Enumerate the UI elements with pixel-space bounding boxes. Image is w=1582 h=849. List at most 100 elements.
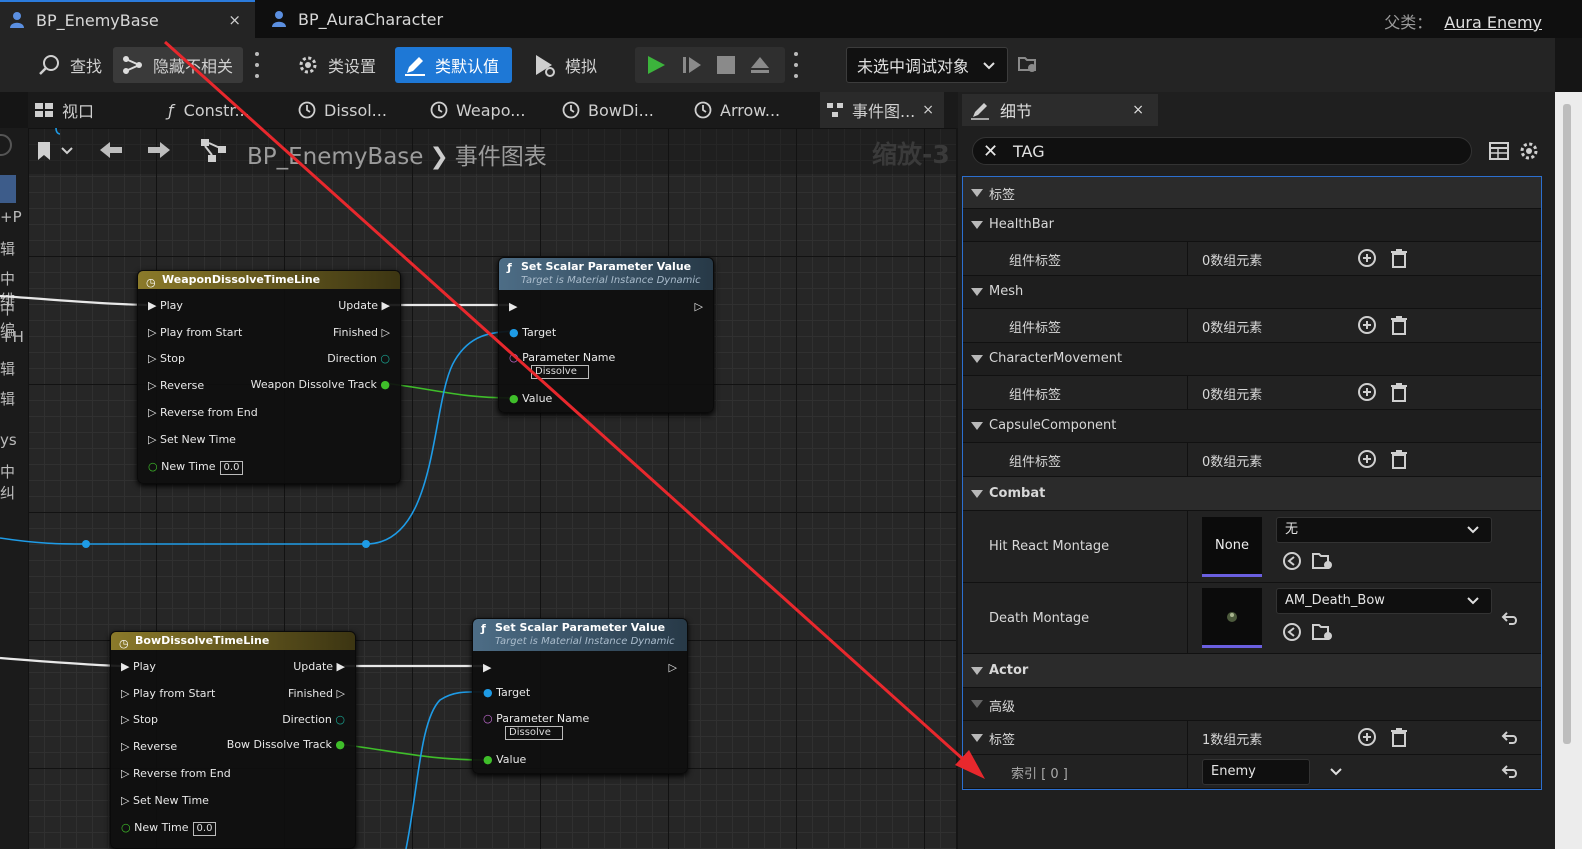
input-pin-play-from-start[interactable]: ▷ Play from Start	[148, 326, 242, 339]
input-pin-target[interactable]: ● Target	[483, 686, 530, 699]
output-pin-weapon-dissolve-track[interactable]: Weapon Dissolve Track ●	[251, 378, 390, 391]
input-pin-new-time[interactable]: ○ New Time 0.0	[121, 821, 217, 836]
output-pin-finished[interactable]: Finished ▷	[333, 326, 390, 339]
function-icon: ƒ	[507, 261, 512, 274]
exec-in-pin[interactable]: ▶	[509, 300, 517, 313]
output-pin-finished[interactable]: Finished ▷	[288, 687, 345, 700]
output-pin-update[interactable]: Update ▶	[338, 299, 390, 312]
use-selected-icon[interactable]	[1282, 551, 1302, 571]
add-element-icon[interactable]	[1358, 249, 1376, 267]
trash-icon[interactable]	[1390, 316, 1408, 336]
input-pin-stop[interactable]: ▷ Stop	[121, 713, 158, 726]
wire-reroute-knot[interactable]	[82, 540, 90, 548]
reset-to-default-icon[interactable]	[1501, 764, 1519, 780]
input-pin-reverse-from-end[interactable]: ▷ Reverse from End	[121, 767, 231, 780]
trash-icon[interactable]	[1390, 450, 1408, 470]
input-pin-stop[interactable]: ▷ Stop	[148, 352, 185, 365]
category-actor[interactable]: Actor	[963, 654, 1541, 688]
chevron-down-icon	[1467, 526, 1479, 534]
component-charactermovement[interactable]: CharacterMovement	[963, 343, 1541, 376]
input-pin-reverse-from-end[interactable]: ▷ Reverse from End	[148, 406, 258, 419]
exec-out-pin[interactable]: ▷	[695, 300, 703, 313]
bow-dissolve-timeline-node[interactable]: ◷ BowDissolveTimeLine ▶ Play ▷ Play from …	[110, 631, 356, 849]
reset-to-default-icon[interactable]	[1501, 730, 1519, 746]
component-healthbar[interactable]: HealthBar	[963, 209, 1541, 242]
component-capsulecomponent[interactable]: CapsuleComponent	[963, 410, 1541, 443]
clock-icon: ◷	[146, 276, 156, 289]
asset-thumbnail[interactable]	[1202, 588, 1262, 648]
node-subtitle: Target is Material Instance Dynamic	[495, 636, 675, 647]
input-pin-play[interactable]: ▶ Play	[148, 299, 183, 312]
add-element-icon[interactable]	[1358, 383, 1376, 401]
input-pin-set-new-time[interactable]: ▷ Set New Time	[148, 433, 236, 446]
debug-folder-icon[interactable]	[1017, 53, 1039, 75]
table-view-icon[interactable]	[1489, 142, 1509, 160]
trash-icon[interactable]	[1390, 383, 1408, 403]
input-pin-value[interactable]: ● Value	[509, 392, 552, 405]
asset-thumbnail[interactable]: None	[1202, 517, 1262, 577]
clear-search-icon[interactable]: ✕	[983, 141, 998, 162]
category-advanced[interactable]: 高级	[963, 688, 1541, 721]
input-pin-reverse[interactable]: ▷ Reverse	[148, 379, 204, 392]
input-pin-reverse[interactable]: ▷ Reverse	[121, 740, 177, 753]
array-count: 0数组元素	[1202, 388, 1263, 403]
function-icon: ƒ	[481, 622, 486, 635]
node-title: BowDissolveTimeLine	[135, 634, 270, 647]
node-header: ◷ BowDissolveTimeLine	[111, 632, 355, 650]
new-time-field[interactable]: 0.0	[192, 822, 217, 836]
input-pin-new-time[interactable]: ○ New Time 0.0	[148, 460, 244, 475]
tag-value-input[interactable]: Enemy	[1202, 759, 1310, 785]
search-value: TAG	[1013, 141, 1045, 161]
input-pin-play-from-start[interactable]: ▷ Play from Start	[121, 687, 215, 700]
trash-icon[interactable]	[1390, 249, 1408, 269]
set-scalar-parameter-node[interactable]: ƒ Set Scalar Parameter Value Target is Mat…	[472, 618, 688, 774]
close-icon[interactable]: ×	[1132, 102, 1144, 118]
node-subtitle: Target is Material Instance Dynamic	[521, 275, 701, 286]
input-pin-value[interactable]: ● Value	[483, 753, 526, 766]
input-pin-parameter-name[interactable]: ○ Parameter Name	[509, 351, 615, 364]
gear-icon[interactable]	[1518, 140, 1540, 162]
node-title: Set Scalar Parameter Value	[521, 260, 692, 273]
input-pin-play[interactable]: ▶ Play	[121, 660, 156, 673]
browse-folder-icon[interactable]	[1312, 551, 1334, 571]
details-search-input[interactable]: ✕ TAG	[972, 137, 1472, 165]
exec-in-pin[interactable]: ▶	[483, 661, 491, 674]
object-wire	[55, 127, 61, 135]
add-element-icon[interactable]	[1358, 450, 1376, 468]
set-scalar-parameter-node[interactable]: ƒ Set Scalar Parameter Value Target is Mat…	[498, 257, 714, 413]
window-scrollbar[interactable]	[1555, 92, 1582, 849]
chevron-down-icon[interactable]	[1330, 767, 1342, 777]
category-combat[interactable]: Combat	[963, 477, 1541, 511]
expand-arrow-icon	[971, 355, 983, 363]
reset-to-default-icon[interactable]	[1501, 611, 1519, 627]
wire-reroute-knot[interactable]	[362, 540, 370, 548]
parent-class-link[interactable]: Aura Enemy	[1444, 13, 1542, 32]
input-pin-target[interactable]: ● Target	[509, 326, 556, 339]
asset-picker-combo[interactable]: 无	[1276, 517, 1492, 543]
output-pin-bow-dissolve-track[interactable]: Bow Dissolve Track ●	[227, 738, 345, 751]
use-selected-icon[interactable]	[1282, 622, 1302, 642]
add-element-icon[interactable]	[1358, 728, 1376, 746]
parameter-name-field[interactable]: Dissolve	[527, 364, 589, 379]
component-mesh[interactable]: Mesh	[963, 276, 1541, 309]
weapon-dissolve-timeline-node[interactable]: ◷ WeaponDissolveTimeLine ▶ Play ▷ Play fr…	[137, 270, 401, 484]
property-actor-tags[interactable]: 标签 1数组元素	[963, 721, 1541, 755]
expand-arrow-icon	[971, 288, 983, 296]
category-tags[interactable]: 标签	[963, 177, 1541, 209]
expand-arrow-icon	[971, 666, 983, 675]
input-pin-set-new-time[interactable]: ▷ Set New Time	[121, 794, 209, 807]
parameter-name-field[interactable]: Dissolve	[501, 725, 563, 740]
output-pin-direction[interactable]: Direction ○	[327, 352, 390, 365]
trash-icon[interactable]	[1390, 728, 1408, 748]
exec-out-pin[interactable]: ▷	[669, 661, 677, 674]
details-tab[interactable]: 细节 ×	[962, 94, 1158, 126]
asset-picker-combo[interactable]: AM_Death_Bow	[1276, 588, 1492, 614]
output-pin-update[interactable]: Update ▶	[293, 660, 345, 673]
add-element-icon[interactable]	[1358, 316, 1376, 334]
browse-folder-icon[interactable]	[1312, 622, 1334, 642]
node-header: ƒ Set Scalar Parameter Value Target is Mat…	[499, 258, 713, 290]
input-pin-parameter-name[interactable]: ○ Parameter Name	[483, 712, 589, 725]
output-pin-direction[interactable]: Direction ○	[282, 713, 345, 726]
array-count: 1数组元素	[1202, 733, 1263, 748]
new-time-field[interactable]: 0.0	[219, 461, 244, 475]
